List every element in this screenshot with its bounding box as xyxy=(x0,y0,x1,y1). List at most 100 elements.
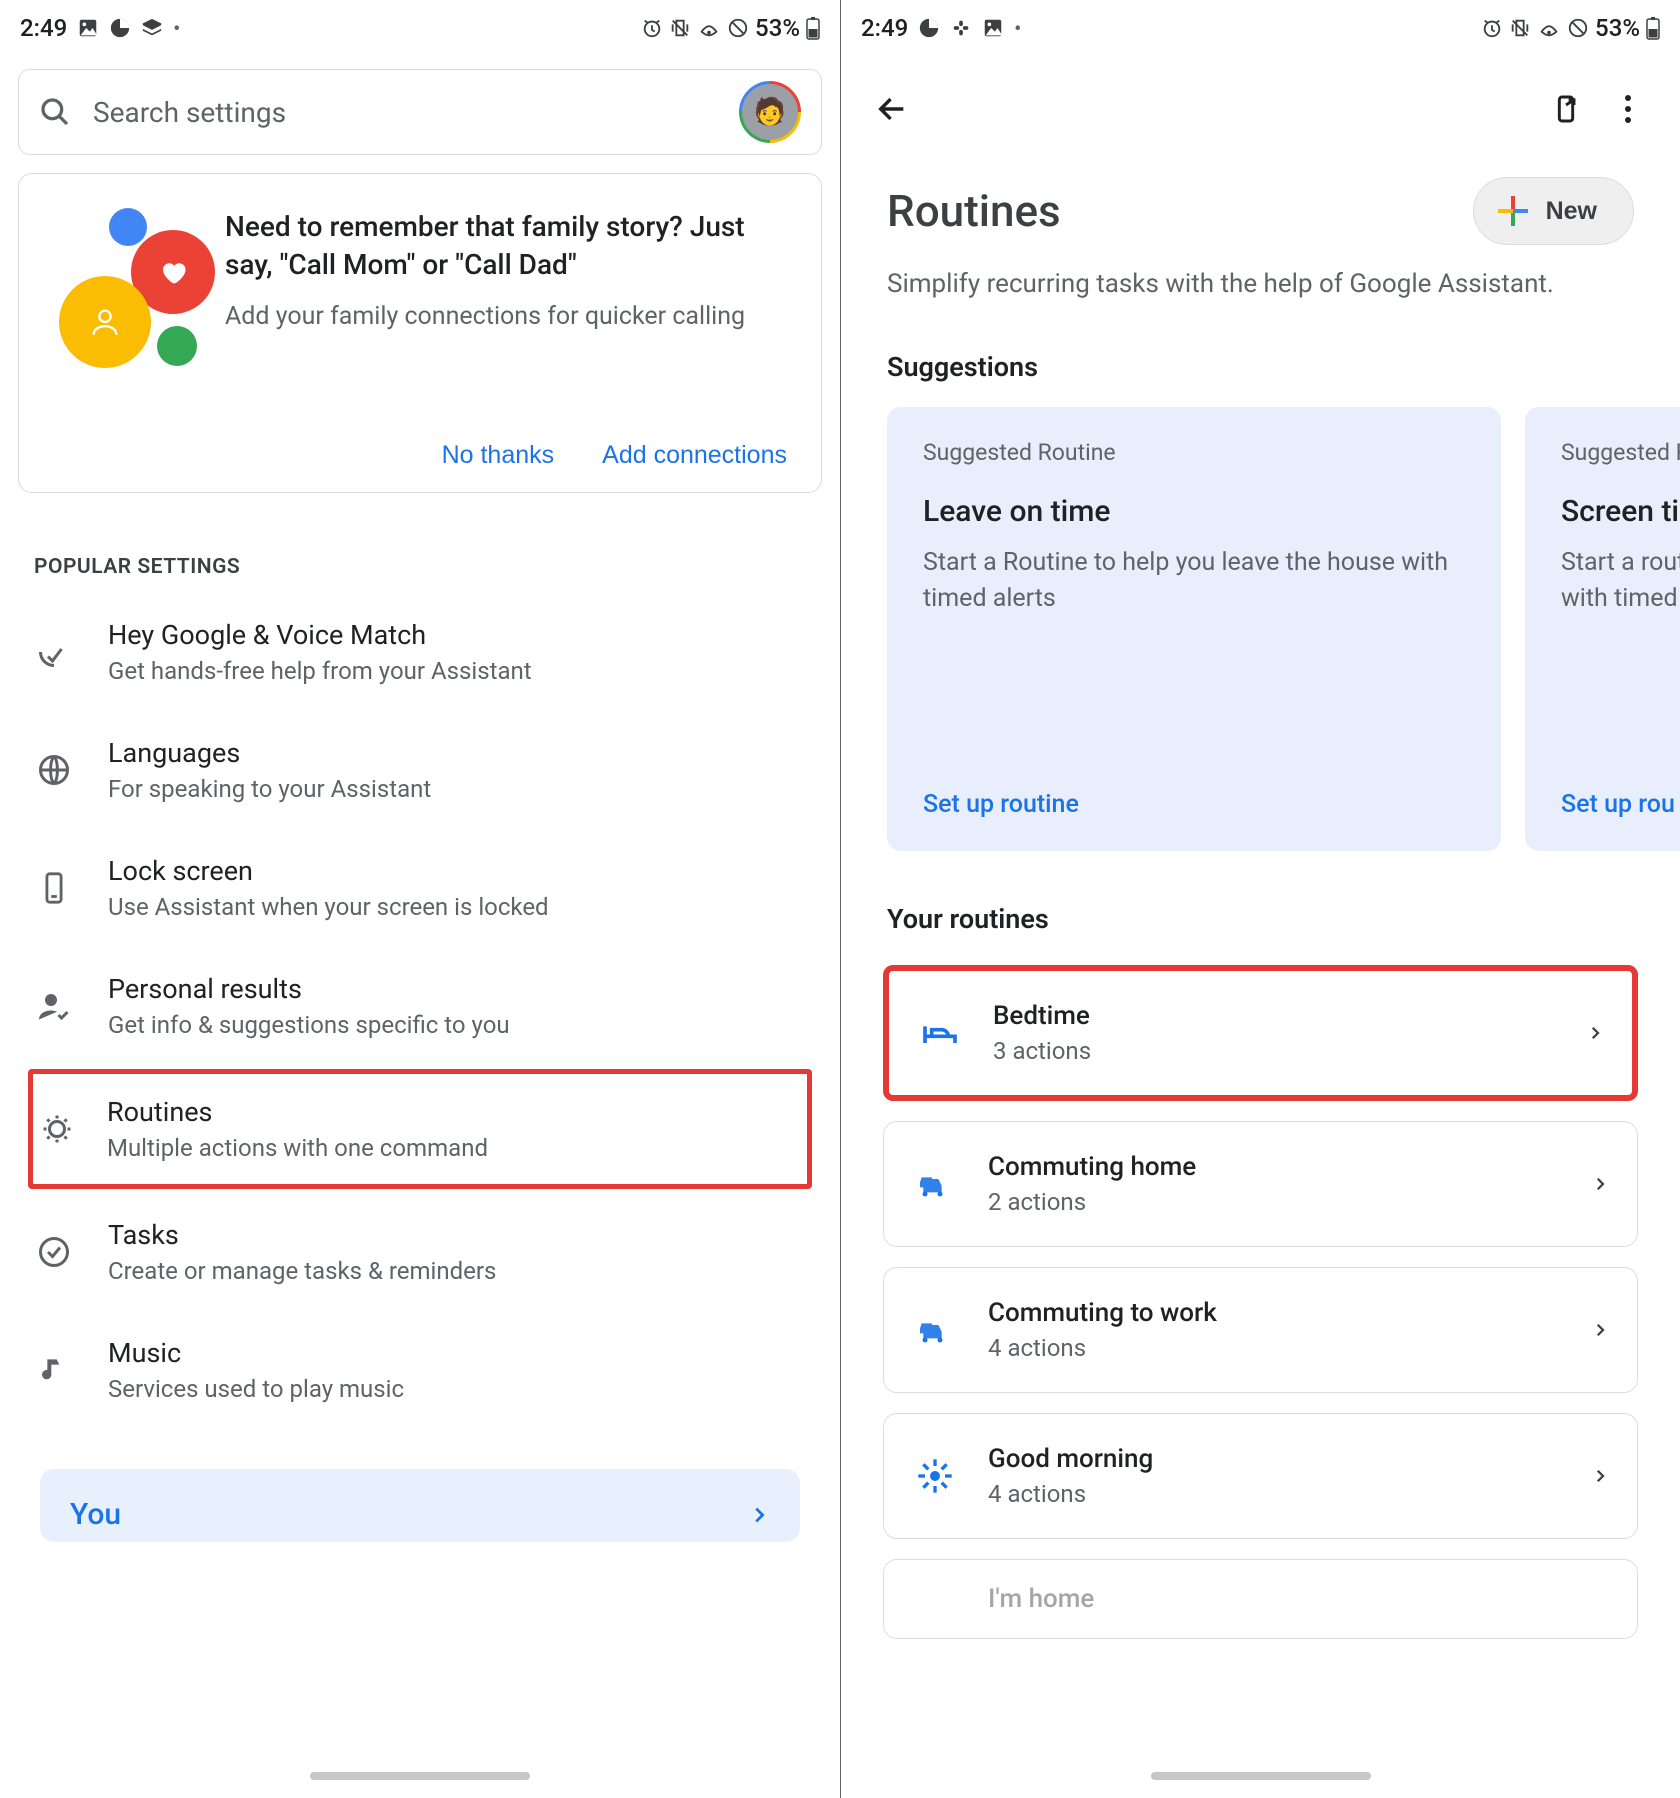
routine-sub: 3 actions xyxy=(993,1037,1556,1065)
your-routines-header: Your routines xyxy=(841,851,1680,959)
setting-lock-screen[interactable]: Lock screen Use Assistant when your scree… xyxy=(0,829,840,947)
setting-title: Tasks xyxy=(108,1219,496,1251)
routine-title: Bedtime xyxy=(993,1001,1556,1031)
vibrate-icon xyxy=(1509,17,1531,39)
battery-icon xyxy=(806,16,820,40)
suggestion-label: Suggested Routine xyxy=(923,439,1465,466)
setting-title: Music xyxy=(108,1337,404,1369)
setting-sub: Get info & suggestions specific to you xyxy=(108,1011,510,1039)
routine-bedtime[interactable]: Bedtime 3 actions xyxy=(883,965,1638,1101)
you-label: You xyxy=(70,1497,121,1532)
routine-title: Commuting to work xyxy=(988,1298,1561,1328)
clock: 2:49 xyxy=(20,14,67,42)
setting-languages[interactable]: Languages For speaking to your Assistant xyxy=(0,711,840,829)
suggestion-action[interactable]: Set up rou xyxy=(1561,790,1680,819)
routine-title: Commuting home xyxy=(988,1152,1561,1182)
more-menu-button[interactable] xyxy=(1624,94,1632,124)
car-icon xyxy=(912,1161,958,1207)
vibrate-icon xyxy=(669,17,691,39)
globe-icon xyxy=(34,750,74,790)
promo-title: Need to remember that family story? Just… xyxy=(225,208,787,284)
suggestion-card-leave-on-time[interactable]: Suggested Routine Leave on time Start a … xyxy=(887,407,1501,851)
setting-sub: Use Assistant when your screen is locked xyxy=(108,893,549,921)
setting-routines[interactable]: RoutinesMultiple actions with one comman… xyxy=(33,1092,801,1166)
setting-sub: Create or manage tasks & reminders xyxy=(108,1257,496,1285)
image-icon xyxy=(982,17,1004,39)
routine-im-home[interactable]: I'm home xyxy=(883,1559,1638,1639)
battery-icon xyxy=(1646,16,1660,40)
shortcut-icon[interactable] xyxy=(1550,93,1582,125)
person-check-icon xyxy=(34,986,74,1026)
avatar[interactable]: 🧑 xyxy=(739,81,801,143)
routines-icon xyxy=(37,1109,77,1149)
settings-screen: 2:49 • 53% xyxy=(0,0,840,1798)
app-icon2 xyxy=(141,17,163,39)
setting-voice-match[interactable]: Hey Google & Voice Match Get hands-free h… xyxy=(0,593,840,711)
alarm-icon xyxy=(641,17,663,39)
nav-handle[interactable] xyxy=(310,1772,530,1780)
no-thanks-button[interactable]: No thanks xyxy=(442,441,555,470)
tasks-icon xyxy=(34,1232,74,1272)
routine-title: Good morning xyxy=(988,1444,1561,1474)
battery-pct: 53% xyxy=(1595,14,1640,42)
clock: 2:49 xyxy=(861,14,908,42)
wifi-icon xyxy=(697,17,721,39)
status-bar: 2:49 • 53% xyxy=(0,0,840,55)
routine-sub: 4 actions xyxy=(988,1480,1561,1508)
suggestion-label: Suggested R xyxy=(1561,439,1680,466)
new-label: New xyxy=(1546,197,1597,226)
add-connections-button[interactable]: Add connections xyxy=(602,441,787,470)
suggestion-action[interactable]: Set up routine xyxy=(923,790,1465,819)
nav-handle[interactable] xyxy=(1151,1772,1371,1780)
suggestion-title: Screen tim xyxy=(1561,494,1680,529)
suggestions-header: Suggestions xyxy=(841,299,1680,407)
new-routine-button[interactable]: New xyxy=(1473,177,1634,245)
suggestion-desc: Start a Routine to help you leave the ho… xyxy=(923,545,1465,618)
promo-card: Need to remember that family story? Just… xyxy=(18,173,822,493)
you-card[interactable]: You xyxy=(40,1469,800,1542)
chevron-right-icon xyxy=(1591,1321,1609,1339)
alarm-icon xyxy=(1481,17,1503,39)
chevron-right-icon xyxy=(748,1504,770,1526)
dnd-icon xyxy=(727,17,749,39)
setting-tasks[interactable]: Tasks Create or manage tasks & reminders xyxy=(0,1193,840,1311)
routine-title: I'm home xyxy=(988,1584,1609,1614)
back-button[interactable] xyxy=(875,92,909,126)
popular-settings-label: POPULAR SETTINGS xyxy=(34,555,806,579)
chevron-right-icon xyxy=(1591,1175,1609,1193)
status-bar: 2:49 • 53% xyxy=(841,0,1680,55)
home-icon xyxy=(912,1576,958,1622)
suggestions-carousel[interactable]: Suggested Routine Leave on time Start a … xyxy=(841,407,1680,851)
setting-personal-results[interactable]: Personal resultsGet info & suggestions s… xyxy=(0,947,840,1065)
promo-subtitle: Add your family connections for quicker … xyxy=(225,302,787,331)
suggestion-desc: Start a rout with timed xyxy=(1561,545,1680,618)
highlight-routines: RoutinesMultiple actions with one comman… xyxy=(28,1069,812,1189)
chevron-right-icon xyxy=(1591,1467,1609,1485)
bed-icon xyxy=(917,1010,963,1056)
routine-good-morning[interactable]: Good morning 4 actions xyxy=(883,1413,1638,1539)
setting-music[interactable]: Music Services used to play music xyxy=(0,1311,840,1429)
subtitle: Simplify recurring tasks with the help o… xyxy=(841,245,1680,299)
music-icon xyxy=(34,1350,74,1390)
suggestion-title: Leave on time xyxy=(923,494,1465,529)
more-dot: • xyxy=(173,16,180,40)
setting-sub: Get hands-free help from your Assistant xyxy=(108,657,532,685)
search-settings[interactable]: Search settings 🧑 xyxy=(18,69,822,155)
setting-title: Languages xyxy=(108,737,431,769)
image-icon xyxy=(77,17,99,39)
routine-commuting-work[interactable]: Commuting to work 4 actions xyxy=(883,1267,1638,1393)
wifi-icon xyxy=(1537,17,1561,39)
search-icon xyxy=(39,96,71,128)
setting-title: Lock screen xyxy=(108,855,549,887)
routine-sub: 4 actions xyxy=(988,1334,1561,1362)
phone-icon xyxy=(34,868,74,908)
car-icon xyxy=(912,1307,958,1353)
search-placeholder: Search settings xyxy=(93,96,286,129)
setting-title: Hey Google & Voice Match xyxy=(108,619,532,651)
suggestion-card-screen-time[interactable]: Suggested R Screen tim Start a rout with… xyxy=(1525,407,1680,851)
routine-commuting-home[interactable]: Commuting home2 actions xyxy=(883,1121,1638,1247)
setting-sub: Services used to play music xyxy=(108,1375,404,1403)
setting-sub: For speaking to your Assistant xyxy=(108,775,431,803)
promo-art xyxy=(53,208,203,358)
page-title: Routines xyxy=(887,185,1061,237)
